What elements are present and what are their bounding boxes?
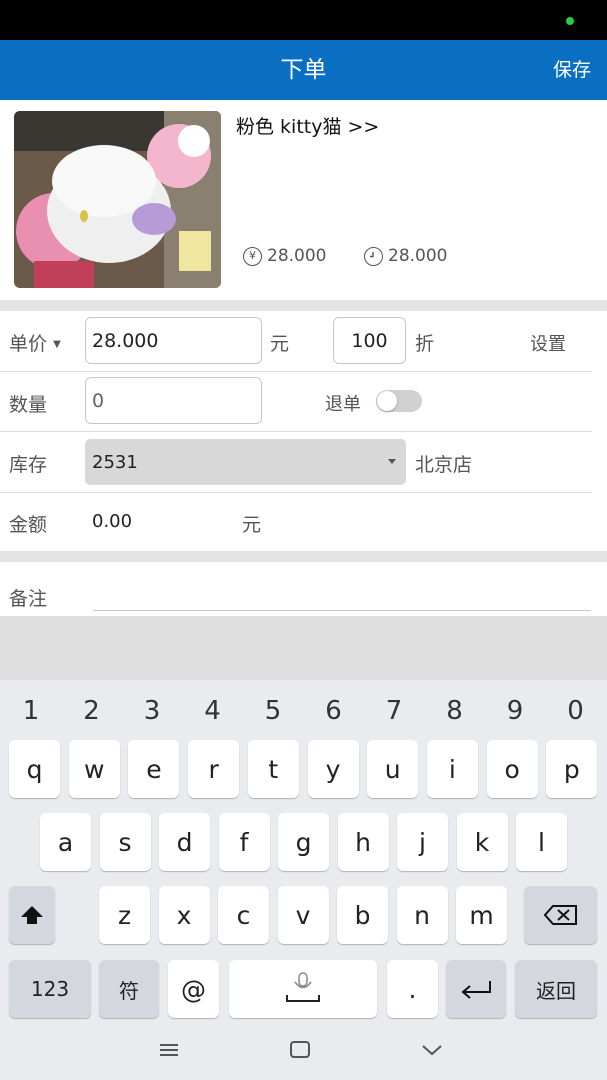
key-a[interactable]: a — [40, 813, 91, 871]
number-key-0[interactable]: 0 — [546, 696, 606, 726]
discount-unit: 折 — [415, 333, 435, 355]
key-x[interactable]: x — [158, 886, 210, 944]
period-key[interactable]: . — [387, 960, 438, 1018]
number-key-1[interactable]: 1 — [1, 696, 61, 726]
backspace-key[interactable] — [524, 886, 597, 944]
key-b[interactable]: b — [337, 886, 388, 944]
amount-label: 金额 — [9, 514, 48, 536]
app-header: 下单 保存 — [0, 40, 607, 100]
discount-value: 100 — [351, 329, 388, 352]
back-nav-icon[interactable] — [420, 1040, 444, 1064]
number-key-5[interactable]: 5 — [243, 696, 303, 726]
back-key[interactable]: 返回 — [515, 960, 597, 1018]
key-n[interactable]: n — [396, 886, 448, 944]
stock-label: 库存 — [9, 454, 48, 476]
product-card[interactable]: 粉色 kitty猫 >> ¥ 28.000 28.000 — [0, 100, 607, 300]
key-o[interactable]: o — [486, 740, 538, 798]
symbol-key[interactable]: 符 — [99, 960, 159, 1018]
key-w[interactable]: w — [68, 740, 120, 798]
number-key-4[interactable]: 4 — [183, 696, 243, 726]
row-divider — [0, 371, 592, 372]
unit-price-value: 28.000 — [92, 329, 159, 352]
toggle-knob — [377, 391, 397, 411]
unit-price-unit: 元 — [270, 333, 290, 355]
numeric-mode-key[interactable]: 123 — [9, 960, 91, 1018]
sale-price: ¥ 28.000 — [243, 246, 326, 266]
key-g[interactable]: g — [278, 813, 329, 871]
key-s[interactable]: s — [99, 813, 151, 871]
unit-price-input[interactable]: 28.000 — [85, 317, 262, 364]
clock-icon — [364, 246, 383, 266]
return-order-toggle[interactable] — [376, 390, 422, 412]
key-f[interactable]: f — [218, 813, 270, 871]
key-r[interactable]: r — [188, 740, 240, 798]
backspace-icon — [543, 905, 577, 925]
keyboard-toolbar — [0, 616, 607, 680]
remark-input[interactable] — [93, 610, 591, 611]
recent-apps-icon[interactable] — [157, 1040, 181, 1064]
key-c[interactable]: c — [218, 886, 269, 944]
status-indicator-dot — [566, 17, 574, 25]
shift-arrow-icon — [21, 906, 43, 924]
key-i[interactable]: i — [426, 740, 478, 798]
space-key[interactable] — [229, 960, 377, 1018]
number-key-7[interactable]: 7 — [364, 696, 424, 726]
remark-label: 备注 — [9, 588, 48, 610]
sale-price-value: 28.000 — [267, 246, 327, 266]
product-image[interactable] — [14, 111, 221, 288]
key-v[interactable]: v — [277, 886, 329, 944]
unit-price-label: 单价 — [9, 333, 48, 355]
soft-keyboard: 1234567890 qwertyuiop asdfghjkl zxcvbnm … — [0, 680, 607, 1080]
stock-value: 2531 — [92, 451, 138, 473]
number-key-8[interactable]: 8 — [425, 696, 485, 726]
microphone-icon — [286, 972, 320, 1002]
home-icon[interactable] — [288, 1040, 312, 1064]
discount-input[interactable]: 100 — [333, 317, 406, 364]
store-name: 北京店 — [415, 454, 473, 476]
key-e[interactable]: e — [128, 740, 180, 798]
cost-price: 28.000 — [364, 246, 447, 266]
number-key-3[interactable]: 3 — [122, 696, 182, 726]
unit-price-dropdown[interactable]: 单价 ▼ — [9, 329, 61, 356]
enter-arrow-icon — [461, 981, 491, 999]
key-p[interactable]: p — [546, 740, 598, 798]
key-j[interactable]: j — [397, 813, 448, 871]
cost-price-value: 28.000 — [388, 246, 448, 266]
page-title: 下单 — [280, 57, 327, 83]
key-q[interactable]: q — [9, 740, 60, 798]
key-k[interactable]: k — [456, 813, 508, 871]
product-name-link[interactable]: 粉色 kitty猫 >> — [236, 112, 379, 139]
row-divider — [0, 431, 592, 432]
caret-down-icon: ▼ — [53, 339, 61, 350]
save-button[interactable]: 保存 — [553, 40, 591, 100]
key-y[interactable]: y — [307, 740, 359, 798]
number-key-6[interactable]: 6 — [304, 696, 364, 726]
enter-key[interactable] — [446, 960, 506, 1018]
key-h[interactable]: h — [337, 813, 389, 871]
quantity-input[interactable]: 0 — [85, 377, 262, 424]
number-key-2[interactable]: 2 — [62, 696, 122, 726]
stock-select[interactable]: 2531 — [85, 439, 406, 485]
yen-icon: ¥ — [243, 246, 262, 266]
row-divider — [0, 492, 592, 493]
status-bar — [0, 0, 607, 40]
quantity-placeholder: 0 — [92, 389, 105, 412]
key-l[interactable]: l — [516, 813, 567, 871]
settings-button[interactable]: 设置 — [530, 330, 566, 356]
section-divider — [0, 551, 607, 562]
amount-value: 0.00 — [92, 511, 133, 532]
return-order-label: 退单 — [325, 394, 361, 415]
shift-key[interactable] — [9, 886, 55, 944]
number-key-9[interactable]: 9 — [485, 696, 545, 726]
key-t[interactable]: t — [247, 740, 299, 798]
quantity-label: 数量 — [9, 394, 48, 416]
key-m[interactable]: m — [456, 886, 507, 944]
key-z[interactable]: z — [99, 886, 150, 944]
at-key[interactable]: @ — [168, 960, 219, 1018]
amount-unit: 元 — [242, 514, 262, 536]
dropdown-caret-icon — [388, 459, 396, 464]
key-u[interactable]: u — [367, 740, 419, 798]
key-d[interactable]: d — [159, 813, 210, 871]
section-divider — [0, 300, 607, 311]
